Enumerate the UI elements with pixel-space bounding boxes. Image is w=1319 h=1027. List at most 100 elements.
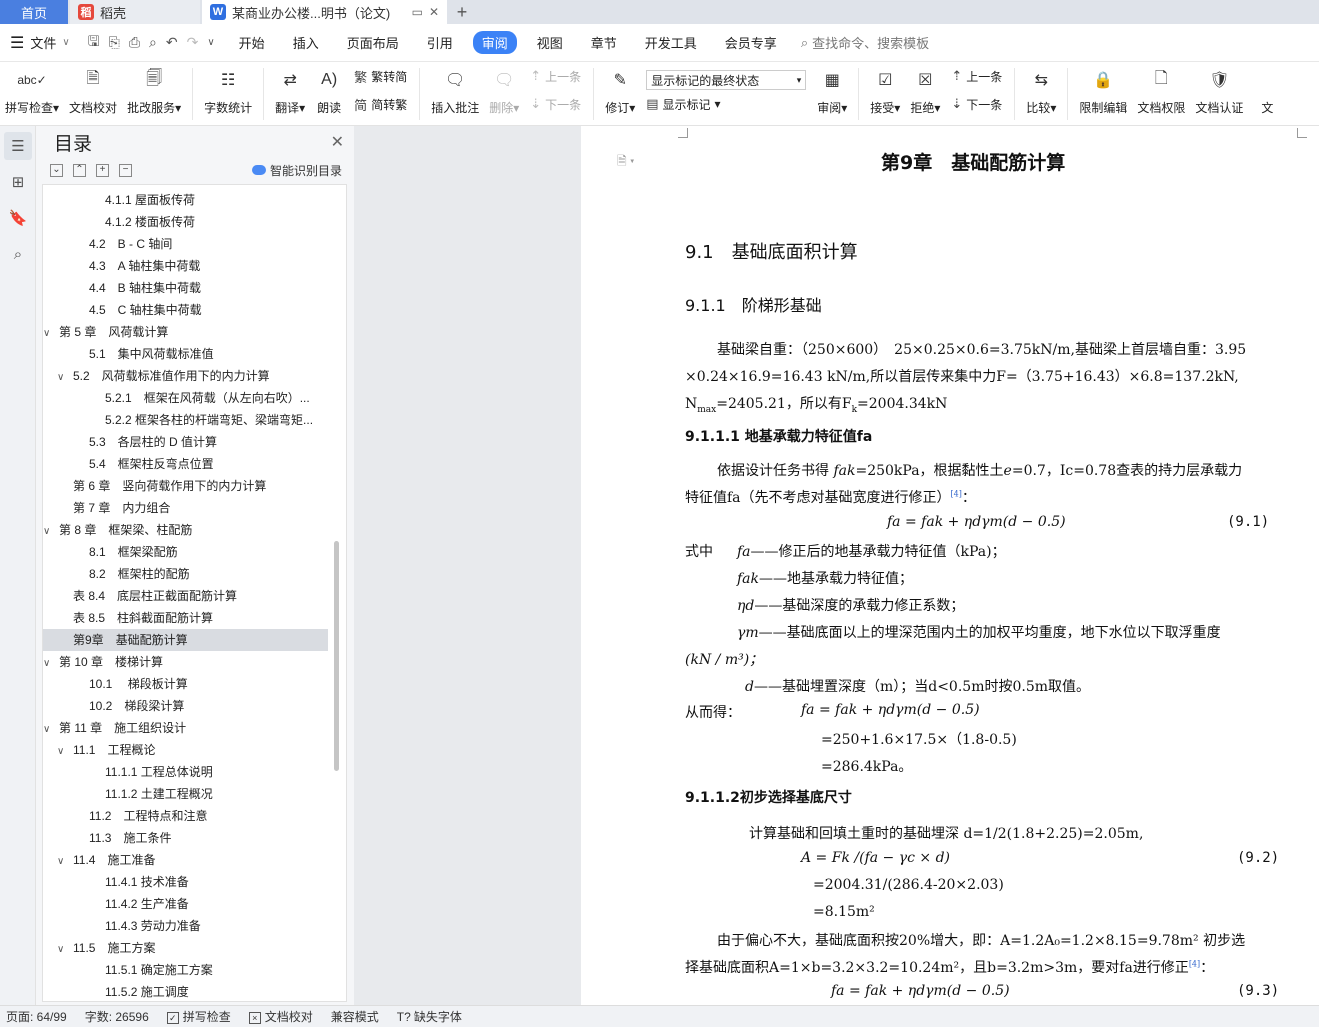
collapse-all-icon[interactable]: ⌄ (50, 163, 63, 177)
toc-item[interactable]: 11.1.2 土建工程概况 (43, 783, 328, 805)
toc-expand-arrow-icon[interactable]: ∨ (43, 653, 55, 673)
toc-item[interactable]: 5.2.2 框架各柱的杆端弯矩、梁端弯矩... (43, 409, 328, 431)
toc-item[interactable]: 11.4.2 生产准备 (43, 893, 328, 915)
toc-item[interactable]: 11.5.1 确定施工方案 (43, 959, 328, 981)
status-spell-check[interactable]: ✓ 拼写检查 (166, 1008, 231, 1025)
read-aloud-button[interactable]: A) 朗读 (315, 62, 343, 116)
prev-comment-button[interactable]: ⇡ 上一条 (530, 66, 581, 86)
track-changes-button[interactable]: ✎ 修订▾ (605, 62, 635, 116)
toc-item[interactable]: 4.1.1 屋面板传荷 (43, 189, 328, 211)
navigation-icon[interactable]: ⊞ (4, 168, 32, 196)
tab-insert[interactable]: 插入 (279, 33, 333, 52)
new-tab-button[interactable]: + (447, 0, 477, 24)
tab-view[interactable]: 视图 (523, 33, 577, 52)
toc-item[interactable]: ∨ 第 5 章 风荷载计算 (43, 321, 328, 343)
tab-member[interactable]: 会员专享 (711, 33, 791, 52)
toc-item[interactable]: 4.4 B 轴柱集中荷载 (43, 277, 328, 299)
tab-layout[interactable]: 页面布局 (333, 33, 413, 52)
toc-item[interactable]: 第 6 章 竖向荷载作用下的内力计算 (43, 475, 328, 497)
show-markup-button[interactable]: ▤ 显示标记 ▾ (646, 94, 806, 114)
toc-item[interactable]: ∨ 11.4 施工准备 (43, 849, 328, 871)
toc-item[interactable]: 5.3 各层柱的 D 值计算 (43, 431, 328, 453)
markup-state-select[interactable]: 显示标记的最终状态 ▾ (646, 70, 807, 90)
tab-section[interactable]: 章节 (577, 33, 631, 52)
toc-item[interactable]: 10.1 梯段板计算 (43, 673, 328, 695)
delete-comment-button[interactable]: 🗨 删除▾ (489, 62, 519, 116)
document-page[interactable]: 🗎 ▾ 第9章 基础配筋计算 9.1 基础底面积计算 9.1.1 阶梯形基础 基… (581, 126, 1319, 1005)
toc-item[interactable]: 表 8.4 底层柱正截面配筋计算 (43, 585, 328, 607)
doc-permission-button[interactable]: 🗋 文档权限 (1137, 62, 1185, 116)
toc-expand-arrow-icon[interactable]: ∨ (43, 323, 55, 343)
toc-item[interactable]: ∨ 11.5 施工方案 (43, 937, 328, 959)
toc-panel-icon[interactable]: ☰ (4, 132, 32, 160)
doc-certify-button[interactable]: 🛡 文档认证 (1195, 62, 1243, 116)
print-icon[interactable]: ⎙ (129, 34, 140, 51)
tab-window-icon[interactable]: ▭ (412, 5, 423, 19)
insert-comment-button[interactable]: 🗨 插入批注 (431, 62, 479, 116)
toc-item[interactable]: 11.2 工程特点和注意 (43, 805, 328, 827)
toc-item[interactable]: 10.2 梯段梁计算 (43, 695, 328, 717)
reference-mark[interactable]: [4] (1189, 959, 1200, 968)
customize-icon[interactable]: ∨ (207, 37, 214, 48)
toc-item[interactable]: 5.4 框架柱反弯点位置 (43, 453, 328, 475)
bookmark-icon[interactable]: 🔖 (4, 204, 32, 232)
toc-item[interactable]: ∨ 第 11 章 施工组织设计 (43, 717, 328, 739)
status-proofread[interactable]: × 文档校对 (248, 1008, 313, 1025)
tab-reference[interactable]: 引用 (413, 33, 467, 52)
next-comment-button[interactable]: ⇣ 下一条 (530, 94, 581, 114)
toc-item[interactable]: 8.1 框架梁配筋 (43, 541, 328, 563)
tab-home[interactable]: 首页 (0, 0, 68, 24)
translate-button[interactable]: ⇄ 翻译▾ (275, 62, 305, 116)
toc-item[interactable]: 4.3 A 轴柱集中荷载 (43, 255, 328, 277)
tab-daoke[interactable]: 稻 稻壳 (70, 0, 200, 24)
remove-item-icon[interactable]: − (119, 163, 132, 177)
undo-icon[interactable]: ↶ (166, 34, 178, 51)
toc-item[interactable]: 5.2.1 框架在风荷载（从左向右吹）... (43, 387, 328, 409)
missing-font-button[interactable]: T? 缺失字体 (397, 1008, 462, 1025)
toc-scrollbar[interactable] (334, 541, 339, 771)
command-search[interactable]: ⌕ 查找命令、搜索模板 (801, 33, 929, 52)
expand-all-icon[interactable]: ⌃ (73, 163, 86, 177)
tab-developer[interactable]: 开发工具 (631, 33, 711, 52)
batch-service-button[interactable]: 🗐 批改服务▾ (127, 62, 181, 116)
restrict-edit-button[interactable]: 🔒 限制编辑 (1079, 62, 1127, 116)
review-pane-button[interactable]: ▦ 审阅▾ (817, 62, 847, 116)
word-count-button[interactable]: ☷ 字数统计 (204, 62, 252, 116)
export-pdf-icon[interactable]: ⎘ (109, 34, 120, 51)
toc-item[interactable]: 5.1 集中风荷载标准值 (43, 343, 328, 365)
ai-recognize-toc-button[interactable]: 智能识别目录 (251, 162, 342, 179)
tab-close-icon[interactable]: ✕ (429, 5, 439, 19)
toc-item[interactable]: 11.5.2 施工调度 (43, 981, 328, 1001)
tab-start[interactable]: 开始 (225, 33, 279, 52)
tab-review[interactable]: 审阅 (472, 31, 517, 54)
toc-expand-arrow-icon[interactable]: ∨ (43, 521, 55, 541)
toc-expand-arrow-icon[interactable]: ∨ (57, 741, 69, 761)
toc-item[interactable]: ∨ 第 8 章 框架梁、柱配筋 (43, 519, 328, 541)
simp-to-trad-button[interactable]: 简简转繁 (354, 94, 407, 114)
toc-item[interactable]: 第 7 章 内力组合 (43, 497, 328, 519)
toc-item[interactable]: 8.2 框架柱的配筋 (43, 563, 328, 585)
save-icon[interactable]: 🖫 (88, 31, 100, 55)
toc-item[interactable]: 4.5 C 轴柱集中荷载 (43, 299, 328, 321)
compare-button[interactable]: ⇆ 比较▾ (1026, 62, 1056, 116)
toc-expand-arrow-icon[interactable]: ∨ (57, 939, 69, 959)
toc-expand-arrow-icon[interactable]: ∨ (57, 367, 69, 387)
redo-icon[interactable]: ↷ (187, 34, 199, 51)
print-preview-icon[interactable]: ⌕ (149, 34, 157, 51)
word-count-indicator[interactable]: 字数: 26596 (85, 1008, 149, 1025)
spell-check-button[interactable]: abc✓ 拼写检查▾ (5, 62, 59, 116)
reference-mark[interactable]: [4] (951, 489, 962, 498)
add-item-icon[interactable]: + (96, 163, 109, 177)
toc-item[interactable]: 4.1.2 楼面板传荷 (43, 211, 328, 233)
close-icon[interactable]: ✕ (331, 132, 344, 152)
more-button[interactable]: 文 (1253, 62, 1281, 116)
toc-item[interactable]: 表 8.5 柱斜截面配筋计算 (43, 607, 328, 629)
toc-expand-arrow-icon[interactable]: ∨ (43, 719, 55, 739)
search-icon[interactable]: ⌕ (4, 240, 32, 268)
tab-document[interactable]: W 某商业办公楼...明书（论文) ▭ ✕ (202, 0, 447, 24)
page-doc-icon[interactable]: 🗎 ▾ (617, 152, 634, 173)
prev-change-button[interactable]: ⇡ 上一条 (951, 66, 1002, 86)
accept-button[interactable]: ☑ 接受▾ (870, 62, 900, 116)
toc-item[interactable]: ∨ 第 10 章 楼梯计算 (43, 651, 328, 673)
toc-item[interactable]: 11.1.1 工程总体说明 (43, 761, 328, 783)
